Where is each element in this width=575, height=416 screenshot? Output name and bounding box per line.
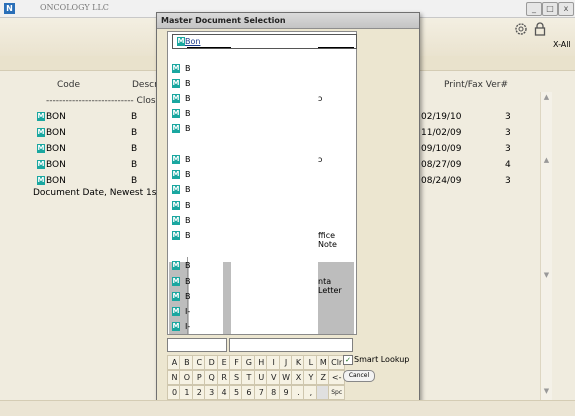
list-item-suffix: ffice Note <box>318 231 337 249</box>
list-item[interactable]: B <box>185 261 191 270</box>
gray-column <box>223 262 231 334</box>
document-m-icon: M <box>172 64 180 73</box>
row-date: 08/27/09 <box>421 160 462 170</box>
list-item[interactable]: I- <box>185 322 190 331</box>
row-version: 3 <box>505 112 511 122</box>
row-code: BON <box>46 176 66 186</box>
dialog-title: Master Document Selection <box>161 16 286 25</box>
list-item-suffix: ɔ <box>318 94 323 103</box>
scroll-up-icon[interactable]: ▲ <box>541 92 552 103</box>
row-version: 3 <box>505 128 511 138</box>
row-description: B <box>131 128 138 138</box>
list-item[interactable]: B <box>185 292 191 301</box>
close-button[interactable]: x <box>558 2 574 16</box>
row-code: BON <box>46 112 66 122</box>
document-m-icon: M <box>37 128 45 137</box>
group-header: --------------------------- Close <box>46 96 162 106</box>
search-value: Bon <box>185 37 201 46</box>
dialog-titlebar: Master Document Selection <box>157 13 419 29</box>
table-row[interactable]: M <box>37 112 46 122</box>
row-date: 09/10/09 <box>421 144 462 154</box>
document-m-icon: M <box>172 185 180 194</box>
row-version: 3 <box>505 176 511 186</box>
window-title: ONCOLOGY LLC <box>40 3 109 12</box>
code-input[interactable] <box>167 338 227 352</box>
table-scrollbar[interactable]: ▲ ▲ ▼ ▼ <box>540 92 552 400</box>
scroll-down-icon[interactable]: ▼ <box>541 270 552 281</box>
row-code: BON <box>46 160 66 170</box>
document-m-icon: M <box>37 160 45 169</box>
smart-lookup-checkbox[interactable]: ✓ <box>343 355 353 365</box>
lock-icon[interactable] <box>534 22 546 36</box>
cancel-button[interactable]: Cancel <box>343 370 375 382</box>
close-all-button[interactable]: X-All <box>553 40 571 49</box>
row-description: B <box>131 176 138 186</box>
list-item[interactable]: B <box>185 216 191 225</box>
table-row[interactable]: M <box>37 144 46 154</box>
list-item[interactable]: B <box>185 170 191 179</box>
scroll-down-icon[interactable]: ▼ <box>541 386 552 397</box>
document-m-icon: M <box>172 216 180 225</box>
key-Spc[interactable]: Spc <box>328 385 346 400</box>
settings-gear-icon[interactable] <box>514 22 528 36</box>
master-document-dialog: Master Document Selection M Bon MBMBMBɔM… <box>156 12 420 402</box>
document-m-icon: M <box>172 231 180 240</box>
document-m-icon: M <box>177 37 185 46</box>
list-item[interactable]: B <box>185 155 191 164</box>
list-item[interactable]: B <box>185 64 191 73</box>
list-item[interactable]: B <box>185 124 191 133</box>
document-list[interactable]: M Bon M B M B M Bɔ M B M B M Bɔ M B M B M B M B M Bffice Note… <box>167 31 357 335</box>
list-item[interactable]: I- <box>185 307 190 316</box>
document-m-icon: M <box>172 124 180 133</box>
table-row[interactable]: M <box>37 176 46 186</box>
list-item-suffix: nta Letter <box>318 277 342 295</box>
list-item[interactable]: B <box>185 185 191 194</box>
document-m-icon: M <box>37 144 45 153</box>
row-description: B <box>131 160 138 170</box>
document-m-icon: M <box>37 112 45 121</box>
document-m-icon: M <box>172 292 180 301</box>
row-code: BON <box>46 144 66 154</box>
list-item[interactable]: B <box>185 94 191 103</box>
document-m-icon: M <box>172 94 180 103</box>
column-header-code[interactable]: Code <box>57 80 80 90</box>
document-m-icon: M <box>172 322 180 331</box>
list-item[interactable]: B <box>185 79 191 88</box>
list-item[interactable]: B <box>185 109 191 118</box>
row-date: 02/19/10 <box>421 112 462 122</box>
maximize-button[interactable]: □ <box>542 2 558 16</box>
row-description: B <box>131 144 138 154</box>
table-row[interactable]: M <box>37 128 46 138</box>
document-m-icon: M <box>37 176 45 185</box>
document-m-icon: M <box>172 261 180 270</box>
smart-lookup-label: Smart Lookup <box>354 355 410 364</box>
document-m-icon: M <box>172 155 180 164</box>
minimize-button[interactable]: _ <box>526 2 542 16</box>
row-description: B <box>131 112 138 122</box>
document-m-icon: M <box>172 170 180 179</box>
list-item[interactable]: B <box>185 201 191 210</box>
divider <box>187 47 231 48</box>
row-version: 3 <box>505 144 511 154</box>
list-item[interactable]: B <box>185 277 191 286</box>
row-date: 11/02/09 <box>421 128 462 138</box>
list-item[interactable]: B <box>185 231 191 240</box>
list-item-suffix: ɔ <box>318 155 323 164</box>
column-header-print-fax[interactable]: Print/Fax Ver# <box>444 80 508 90</box>
row-code: BON <box>46 128 66 138</box>
row-date: 08/24/09 <box>421 176 462 186</box>
table-row[interactable]: M <box>37 160 46 170</box>
document-m-icon: M <box>172 201 180 210</box>
description-input[interactable] <box>229 338 353 352</box>
status-bar <box>0 400 575 416</box>
scroll-up-icon[interactable]: ▲ <box>541 155 552 166</box>
divider <box>318 47 354 48</box>
row-version: 4 <box>505 160 511 170</box>
app-logo-icon: N <box>4 3 15 14</box>
document-m-icon: M <box>172 109 180 118</box>
document-m-icon: M <box>172 277 180 286</box>
gray-column <box>318 262 354 334</box>
document-m-icon: M <box>172 307 180 316</box>
document-m-icon: M <box>172 79 180 88</box>
